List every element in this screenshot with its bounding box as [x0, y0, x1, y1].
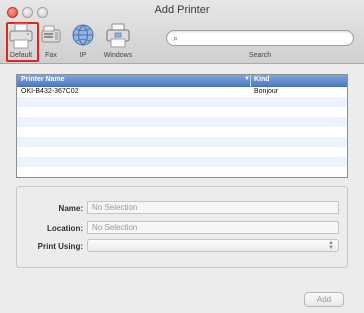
window-title: Add Printer — [154, 4, 210, 16]
empty-row — [17, 97, 347, 107]
empty-row — [17, 107, 347, 117]
printer-list[interactable]: Printer Name ▼ Kind OKI-B432-367C02 Bonj… — [16, 74, 348, 178]
location-field[interactable]: No Selection — [87, 221, 339, 234]
column-separator — [250, 75, 251, 87]
column-header-kind[interactable]: Kind — [254, 76, 270, 83]
add-printer-window: Add Printer Default Fax IP Windows ⌕ Sea… — [0, 0, 364, 313]
ip-tool-button[interactable]: IP — [70, 22, 96, 62]
fax-tool-button[interactable]: Fax — [39, 22, 63, 62]
search-icon: ⌕ — [173, 33, 179, 43]
search-field[interactable]: ⌕ — [166, 30, 354, 46]
printer-name-cell: OKI-B432-367C02 — [21, 88, 79, 95]
search-caption: Search — [248, 52, 272, 59]
default-tool-button[interactable]: Default — [5, 22, 37, 62]
windows-tool-button[interactable]: Windows — [98, 22, 138, 62]
name-label: Name: — [58, 204, 83, 213]
printer-list-header: Printer Name ▼ Kind — [17, 75, 347, 87]
location-label: Location: — [47, 224, 83, 233]
ip-tool-label: IP — [79, 52, 87, 59]
empty-row — [17, 137, 347, 147]
printer-details-panel: Name: No Selection Location: No Selectio… — [16, 186, 348, 268]
empty-row — [17, 167, 347, 177]
print-using-label: Print Using: — [37, 242, 83, 251]
printer-kind-cell: Bonjour — [254, 88, 279, 95]
empty-row — [17, 157, 347, 167]
default-tool-label: Default — [9, 52, 33, 59]
print-using-select[interactable]: ▲ ▼ — [87, 239, 339, 252]
titlebar: Add Printer Default Fax IP Windows ⌕ Sea… — [0, 0, 364, 64]
empty-row — [17, 117, 347, 127]
name-field[interactable]: No Selection — [87, 201, 339, 214]
add-button[interactable]: Add — [304, 292, 344, 307]
fax-tool-label: Fax — [45, 52, 57, 59]
windows-printer-icon — [106, 23, 130, 48]
globe-icon — [72, 24, 94, 46]
printer-icon — [9, 23, 33, 49]
empty-row — [17, 147, 347, 157]
empty-row — [17, 127, 347, 137]
windows-tool-label: Windows — [103, 52, 133, 59]
printer-row[interactable]: OKI-B432-367C02 Bonjour — [17, 87, 347, 97]
updown-arrows-icon: ▲ ▼ — [328, 240, 334, 251]
column-header-printer-name[interactable]: Printer Name — [21, 76, 65, 83]
fax-icon — [41, 25, 61, 43]
